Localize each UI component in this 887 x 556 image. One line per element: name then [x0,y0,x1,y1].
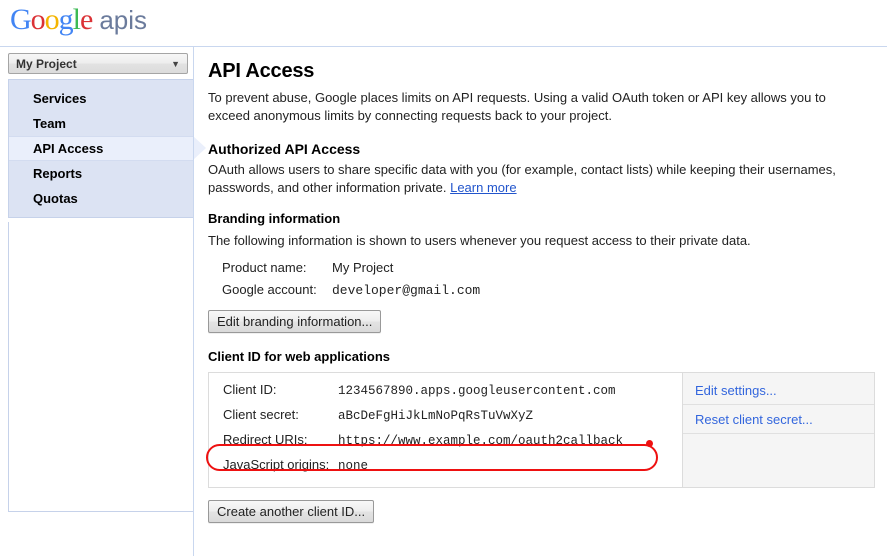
branding-label: Product name: [222,260,332,275]
client-actions-panel: Edit settings... Reset client secret... [682,373,874,487]
edit-settings-link[interactable]: Edit settings... [683,383,874,405]
branding-row-product-name: Product name: My Project [222,260,877,275]
branding-row-google-account: Google account: developer@gmail.com [222,282,877,298]
client-secret-value: aBcDeFgHiJkLmNoPqRsTuVwXyZ [338,409,533,423]
sidebar-item-api-access[interactable]: API Access [9,136,193,161]
sidebar-item-label: Reports [33,166,82,181]
sidebar-item-label: API Access [33,141,103,156]
authorized-api-access-heading: Authorized API Access [208,141,877,157]
app-header: Googleapis [0,0,887,47]
sidebar: My Project ▼ Services Team API Access Re… [0,47,194,556]
authorized-api-access-description: OAuth allows users to share specific dat… [208,161,858,197]
logo-letter-g: G [10,3,31,36]
google-apis-logo: Googleapis [10,5,147,35]
learn-more-link[interactable]: Learn more [450,180,516,195]
main-content: API Access To prevent abuse, Google plac… [194,47,887,556]
client-row-label: JavaScript origins: [223,457,338,472]
client-id-value: 1234567890.apps.googleusercontent.com [338,384,616,398]
project-selector-dropdown[interactable]: My Project ▼ [8,53,188,74]
sidebar-item-services[interactable]: Services [9,86,193,111]
client-row-client-secret: Client secret: aBcDeFgHiJkLmNoPqRsTuVwXy… [223,407,682,432]
client-row-redirect-uris: Redirect URIs: https://www.example.com/o… [223,432,682,457]
edit-branding-information-button[interactable]: Edit branding information... [208,310,381,333]
branding-value-product-name: My Project [332,260,393,275]
branding-rows: Product name: My Project Google account:… [222,260,877,298]
sidebar-item-quotas[interactable]: Quotas [9,186,193,211]
logo-letter-g2: g [59,3,73,36]
client-row-client-id: Client ID: 1234567890.apps.googleusercon… [223,382,682,407]
branding-information-description: The following information is shown to us… [208,232,877,250]
client-id-panel: Client ID: 1234567890.apps.googleusercon… [208,372,875,488]
client-row-label: Redirect URIs: [223,432,338,447]
chevron-down-icon: ▼ [171,59,180,69]
sidebar-item-reports[interactable]: Reports [9,161,193,186]
logo-suffix-apis: apis [99,5,147,35]
sidebar-divider [193,47,194,556]
client-id-details: Client ID: 1234567890.apps.googleusercon… [209,373,682,487]
branding-information-heading: Branding information [208,211,877,226]
page-intro-text: To prevent abuse, Google places limits o… [208,89,853,125]
sidebar-empty-panel [8,222,194,512]
page-body: My Project ▼ Services Team API Access Re… [0,47,887,556]
create-another-client-id-button[interactable]: Create another client ID... [208,500,374,523]
branding-label: Google account: [222,282,332,297]
project-selector-label: My Project [16,57,77,71]
client-row-javascript-origins: JavaScript origins: none [223,457,682,482]
redirect-uris-value: https://www.example.com/oauth2callback [338,434,623,448]
authorized-description-text: OAuth allows users to share specific dat… [208,162,836,195]
sidebar-item-label: Team [33,116,66,131]
logo-letter-e: e [80,3,92,36]
branding-value-google-account: developer@gmail.com [332,283,480,298]
sidebar-nav: Services Team API Access Reports Quotas [8,79,194,218]
sidebar-item-label: Services [33,91,87,106]
javascript-origins-value: none [338,459,368,473]
sidebar-item-team[interactable]: Team [9,111,193,136]
logo-letter-o1: o [31,3,45,36]
sidebar-item-label: Quotas [33,191,78,206]
client-row-label: Client secret: [223,407,338,422]
logo-letter-o2: o [45,3,59,36]
reset-client-secret-link[interactable]: Reset client secret... [683,412,874,434]
client-row-label: Client ID: [223,382,338,397]
client-id-heading: Client ID for web applications [208,349,877,364]
page-title: API Access [208,60,877,83]
logo-letter-l: l [73,3,80,36]
